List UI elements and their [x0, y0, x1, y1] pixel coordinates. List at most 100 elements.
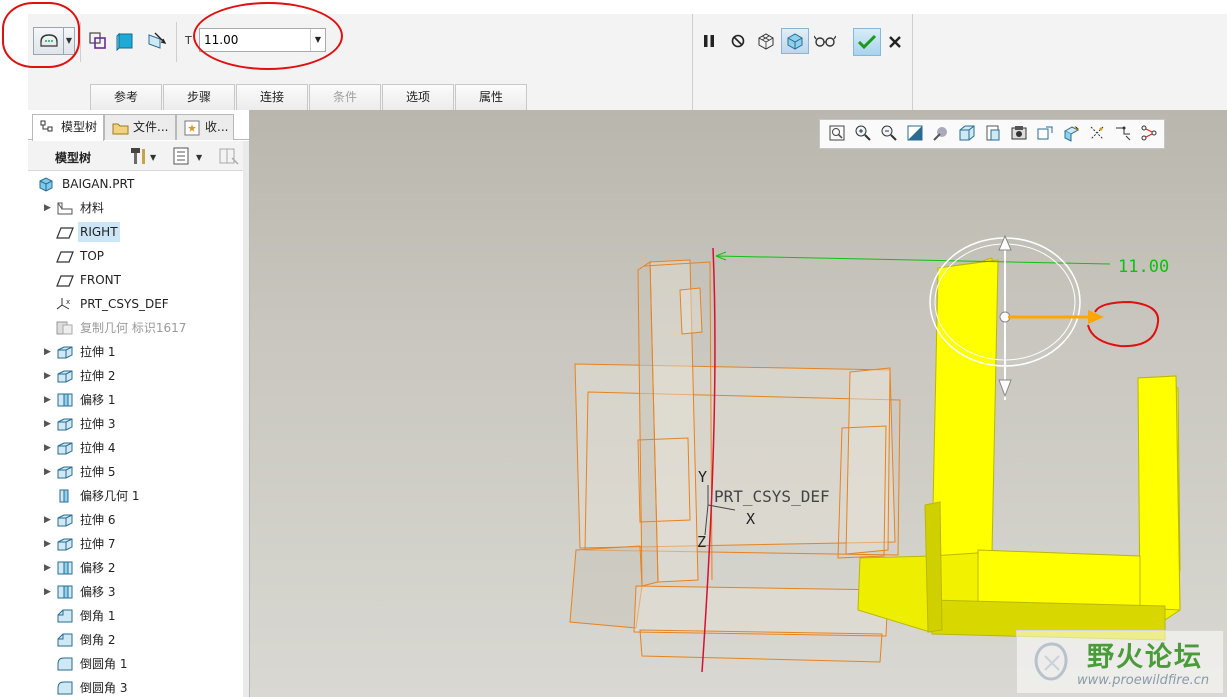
tree-item-label: PRT_CSYS_DEF — [80, 297, 169, 311]
zoom-in-button[interactable] — [850, 123, 875, 145]
tab-connect[interactable]: 连接 — [236, 84, 308, 110]
expand-arrow-icon[interactable]: ▶ — [44, 436, 51, 460]
tree-columns-button[interactable] — [218, 146, 240, 169]
expand-arrow-icon[interactable]: ▶ — [44, 460, 51, 484]
tree-settings-button[interactable]: ▼ — [130, 146, 158, 169]
tab-references[interactable]: 参考 — [90, 84, 162, 110]
feature-preview-button[interactable] — [781, 28, 809, 54]
tree-item[interactable]: 偏移几何 1 — [28, 484, 244, 508]
tree-item[interactable]: 倒圆角 3 — [28, 676, 244, 697]
expand-arrow-icon[interactable]: ▶ — [44, 412, 51, 436]
tree-item[interactable]: ▶ 偏移 1 — [28, 388, 244, 412]
perspective-button[interactable] — [1006, 123, 1031, 145]
datum-display-button[interactable] — [1032, 123, 1057, 145]
wireframe-part — [569, 259, 901, 663]
ok-button[interactable] — [853, 28, 881, 56]
extrude-icon — [56, 416, 74, 432]
verify-mesh-button[interactable] — [754, 29, 778, 53]
columns-icon — [219, 148, 239, 165]
tree-item[interactable]: ▶ 拉伸 6 — [28, 508, 244, 532]
offset-icon — [56, 560, 74, 576]
view-manager-button[interactable] — [980, 123, 1005, 145]
graphics-window[interactable]: 11.00 Y PRT_CSYS_DEF X Z — [250, 110, 1227, 697]
tree-item[interactable]: TOP — [28, 244, 244, 268]
solid-button[interactable] — [86, 29, 110, 53]
tree-item-label: 倒圆角 3 — [80, 681, 128, 695]
saved-views-button[interactable] — [954, 123, 979, 145]
tab-folder-browser[interactable]: 文件... — [104, 114, 176, 140]
tab-steps[interactable]: 步骤 — [163, 84, 235, 110]
hammer-icon: ▼ — [131, 148, 157, 164]
tree-item[interactable]: ▶ 材料 — [28, 196, 244, 220]
tree-item-label: 拉伸 5 — [80, 465, 116, 479]
annotation-circle — [2, 2, 80, 68]
tree-item-label: TOP — [80, 249, 105, 263]
expand-arrow-icon[interactable]: ▶ — [44, 580, 51, 604]
tree-item[interactable]: FRONT — [28, 268, 244, 292]
tree-item[interactable]: RIGHT — [28, 220, 244, 244]
tab-properties[interactable]: 属性 — [455, 84, 527, 110]
tree-item-label: FRONT — [80, 273, 121, 287]
verify-button[interactable] — [812, 29, 838, 53]
dimension-value[interactable]: 11.00 — [1118, 257, 1169, 277]
chamfer-icon — [56, 608, 74, 624]
model-tree: BAIGAN.PRT ▶ 材料 RIGHT TOP FRONT x PRT_CSYS_DEF 复… — [28, 172, 244, 697]
tree-item[interactable]: ▶ 拉伸 3 — [28, 412, 244, 436]
tab-favorites[interactable]: 收... — [176, 114, 234, 140]
no-preview-button[interactable] — [727, 30, 749, 52]
tab-options[interactable]: 选项 — [382, 84, 454, 110]
navigator-tabs: 模型树 文件... 收... — [28, 114, 250, 141]
tree-item[interactable]: 倒角 1 — [28, 604, 244, 628]
tree-item-label: 拉伸 2 — [80, 369, 116, 383]
expand-arrow-icon[interactable]: ▶ — [44, 340, 51, 364]
point-display-button[interactable] — [1110, 123, 1135, 145]
tab-conditions: 条件 — [309, 84, 381, 110]
expand-arrow-icon[interactable]: ▶ — [44, 388, 51, 412]
navigator-panel: 模型树 文件... 收... 模型树 ▼ ▼ BAIGAN.PRT ▶ 材料 R… — [28, 110, 250, 697]
tree-item[interactable]: ▶ 拉伸 1 — [28, 340, 244, 364]
repaint-button[interactable] — [902, 123, 927, 145]
datum-plane-icon — [56, 224, 74, 240]
expand-arrow-icon[interactable]: ▶ — [44, 196, 51, 220]
offset-icon — [56, 584, 74, 600]
model-tree-icon — [40, 120, 56, 136]
tree-item[interactable]: 倒圆角 1 — [28, 652, 244, 676]
expand-arrow-icon[interactable]: ▶ — [44, 556, 51, 580]
display-style-button[interactable] — [928, 123, 953, 145]
title-strip — [0, 0, 1227, 14]
cancel-button[interactable] — [884, 31, 906, 53]
plane-display-icon — [1062, 124, 1080, 145]
tree-item[interactable]: ▶ 偏移 3 — [28, 580, 244, 604]
axis-display-icon — [1088, 124, 1106, 145]
tree-item[interactable]: ▶ 拉伸 5 — [28, 460, 244, 484]
surface-button[interactable] — [113, 29, 137, 53]
refit-button[interactable] — [824, 123, 849, 145]
tree-item[interactable]: ▶ 拉伸 7 — [28, 532, 244, 556]
datum-plane-icon — [56, 248, 74, 264]
tree-item[interactable]: 复制几何 标识1617 — [28, 316, 244, 340]
offset-geometry-icon — [56, 488, 74, 504]
axis-display-button[interactable] — [1084, 123, 1109, 145]
flip-direction-button[interactable] — [145, 29, 169, 53]
no-preview-icon — [731, 34, 745, 48]
tree-item-label: 拉伸 3 — [80, 417, 116, 431]
expand-arrow-icon[interactable]: ▶ — [44, 508, 51, 532]
show-button[interactable]: ▼ — [172, 146, 208, 169]
expand-arrow-icon[interactable]: ▶ — [44, 532, 51, 556]
saved-views-icon — [958, 124, 976, 145]
csys-display-button[interactable] — [1136, 123, 1161, 145]
display-style-icon — [932, 124, 950, 145]
tree-item[interactable]: 倒角 2 — [28, 628, 244, 652]
pause-button[interactable] — [698, 30, 720, 52]
tree-item[interactable]: ▶ 偏移 2 — [28, 556, 244, 580]
tree-item[interactable]: BAIGAN.PRT — [28, 172, 244, 196]
app-window: ▼ T ▼ 参考 步骤 连接 条件 选项 属性 — [0, 0, 1227, 697]
zoom-out-button[interactable] — [876, 123, 901, 145]
tree-item[interactable]: ▶ 拉伸 4 — [28, 436, 244, 460]
tree-item-label: 拉伸 1 — [80, 345, 116, 359]
plane-display-button[interactable] — [1058, 123, 1083, 145]
expand-arrow-icon[interactable]: ▶ — [44, 364, 51, 388]
tree-item[interactable]: ▶ 拉伸 2 — [28, 364, 244, 388]
tab-model-tree[interactable]: 模型树 — [32, 114, 104, 141]
tree-item[interactable]: x PRT_CSYS_DEF — [28, 292, 244, 316]
